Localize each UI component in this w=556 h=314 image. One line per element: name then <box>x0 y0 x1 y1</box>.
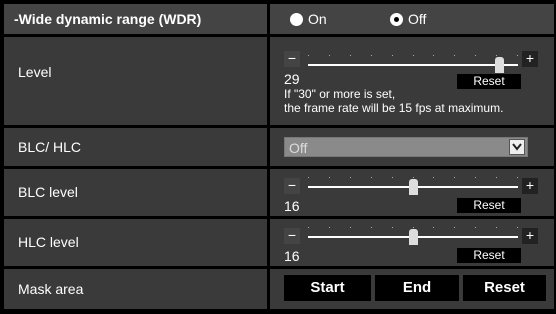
level-slider-track <box>308 64 518 66</box>
slider-tick <box>350 227 351 228</box>
wdr-row: -Wide dynamic range (WDR) On Off <box>4 4 554 34</box>
slider-tick <box>413 227 414 228</box>
slider-tick <box>371 227 372 228</box>
slider-tick <box>454 177 455 178</box>
hlc-level-decrease-button[interactable]: − <box>284 228 300 244</box>
radio-checked-icon <box>390 12 403 26</box>
level-label-cell: Level <box>4 37 267 125</box>
slider-tick <box>308 55 309 56</box>
hlc-level-reset-button[interactable]: Reset <box>457 248 521 263</box>
level-value: 29 <box>284 71 300 87</box>
blc-hlc-control-cell: Off <box>270 128 554 166</box>
mask-area-label: Mask area <box>18 281 84 297</box>
slider-tick <box>413 55 414 56</box>
hlc-level-label: HLC level <box>18 234 79 250</box>
wdr-on-label: On <box>308 11 327 27</box>
hlc-level-value: 16 <box>284 248 300 264</box>
blc-hlc-select[interactable]: Off <box>284 137 528 157</box>
chevron-down-icon[interactable] <box>509 139 525 155</box>
level-note-line1: If "30" or more is set, <box>284 87 396 101</box>
slider-tick <box>454 227 455 228</box>
blc-level-control-cell: − + 16 Reset <box>270 169 554 216</box>
slider-tick <box>392 55 393 56</box>
slider-tick <box>350 55 351 56</box>
mask-area-control-cell: Start End Reset <box>270 269 554 309</box>
slider-thumb[interactable] <box>495 57 504 73</box>
slider-tick <box>517 55 518 56</box>
blc-level-slider[interactable] <box>308 174 518 198</box>
wdr-off-label: Off <box>408 11 427 27</box>
slider-tick <box>475 177 476 178</box>
wdr-off-radio[interactable]: Off <box>390 11 426 27</box>
slider-tick <box>475 55 476 56</box>
level-decrease-button[interactable]: − <box>284 51 300 67</box>
hlc-level-increase-button[interactable]: + <box>522 228 538 244</box>
slider-tick <box>413 177 414 178</box>
slider-tick <box>517 177 518 178</box>
slider-tick <box>371 177 372 178</box>
radio-unchecked-icon <box>290 12 303 26</box>
hlc-level-row: HLC level − + 16 Reset <box>4 219 554 266</box>
slider-tick <box>475 227 476 228</box>
slider-tick <box>496 55 497 56</box>
slider-thumb[interactable] <box>409 179 418 195</box>
slider-tick <box>329 55 330 56</box>
mask-area-label-cell: Mask area <box>4 269 267 309</box>
mask-reset-button[interactable]: Reset <box>463 275 546 301</box>
slider-tick <box>392 227 393 228</box>
blc-level-label-cell: BLC level <box>4 169 267 216</box>
blc-hlc-label-cell: BLC/ HLC <box>4 128 267 166</box>
hlc-level-label-cell: HLC level <box>4 219 267 266</box>
blc-level-reset-button[interactable]: Reset <box>457 198 521 213</box>
blc-level-value: 16 <box>284 198 300 214</box>
slider-thumb[interactable] <box>409 229 418 245</box>
level-note-line2: the frame rate will be 15 fps at maximum… <box>284 101 504 115</box>
blc-hlc-selected-value: Off <box>289 140 308 156</box>
blc-level-increase-button[interactable]: + <box>522 178 538 194</box>
level-reset-button[interactable]: Reset <box>457 74 521 89</box>
hlc-level-control-cell: − + 16 Reset <box>270 219 554 266</box>
slider-tick <box>308 227 309 228</box>
hlc-level-slider[interactable] <box>308 224 518 248</box>
slider-tick <box>371 55 372 56</box>
slider-tick <box>433 55 434 56</box>
blc-level-decrease-button[interactable]: − <box>284 178 300 194</box>
slider-tick <box>496 177 497 178</box>
image-adjust-panel: -Wide dynamic range (WDR) On Off Level −… <box>0 0 556 314</box>
mask-start-button[interactable]: Start <box>284 275 371 301</box>
blc-hlc-label: BLC/ HLC <box>18 139 82 155</box>
slider-tick <box>392 177 393 178</box>
mask-end-button[interactable]: End <box>375 275 459 301</box>
level-slider[interactable] <box>308 47 518 73</box>
slider-tick <box>350 177 351 178</box>
wdr-on-radio[interactable]: On <box>290 11 327 27</box>
slider-tick <box>517 227 518 228</box>
level-control-cell: − + 29 Reset If "30" or more is set, the… <box>270 37 554 125</box>
slider-tick <box>433 177 434 178</box>
slider-tick <box>329 227 330 228</box>
blc-hlc-row: BLC/ HLC Off <box>4 128 554 166</box>
level-increase-button[interactable]: + <box>522 51 538 67</box>
wdr-options-cell: On Off <box>270 4 554 34</box>
mask-area-row: Mask area Start End Reset <box>4 269 554 309</box>
blc-level-label: BLC level <box>18 184 78 200</box>
wdr-label-cell: -Wide dynamic range (WDR) <box>4 4 267 34</box>
level-row: Level − + 29 Reset If "30" or more is se… <box>4 37 554 125</box>
slider-tick <box>433 227 434 228</box>
slider-tick <box>454 55 455 56</box>
slider-tick <box>308 177 309 178</box>
wdr-label: -Wide dynamic range (WDR) <box>14 11 202 27</box>
level-label: Level <box>18 64 52 80</box>
slider-tick <box>496 227 497 228</box>
slider-tick <box>329 177 330 178</box>
blc-level-row: BLC level − + 16 Reset <box>4 169 554 216</box>
